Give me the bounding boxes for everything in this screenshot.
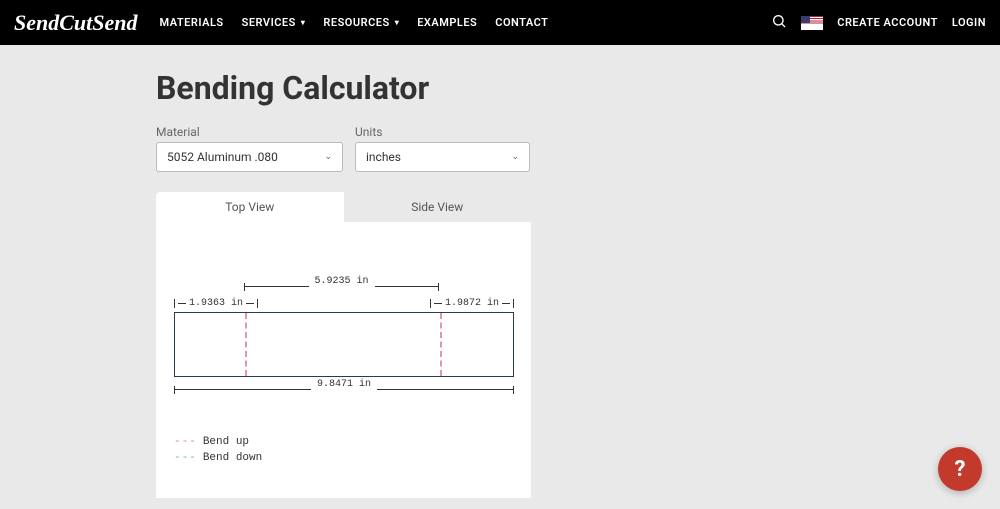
dim-right-value: 1.9872 in — [445, 298, 499, 309]
controls-row: Material 5052 Aluminum .080 ⌄ Units inch… — [156, 125, 844, 172]
dim-bottom-value: 9.8471 in — [311, 379, 377, 390]
legend: --- Bend up --- Bend down — [174, 436, 513, 464]
bend-line-2 — [440, 313, 442, 376]
units-select[interactable]: inches ⌄ — [355, 142, 530, 172]
nav-materials[interactable]: MATERIALS — [160, 16, 224, 29]
dim-left-value: 1.9363 in — [189, 298, 243, 309]
dimension-bottom: 9.8471 in — [174, 385, 514, 390]
legend-bend-up: --- Bend up — [174, 436, 513, 448]
chevron-down-icon: ⌄ — [324, 152, 332, 162]
units-field: Units inches ⌄ — [355, 125, 530, 172]
bend-up-swatch: --- — [174, 436, 197, 448]
help-icon: ? — [955, 457, 966, 482]
chevron-down-icon: ⌄ — [511, 152, 519, 162]
nav-contact[interactable]: CONTACT — [495, 16, 548, 29]
material-value: 5052 Aluminum .080 — [167, 150, 278, 164]
main-container: Bending Calculator Material 5052 Aluminu… — [156, 45, 844, 498]
tab-side-view[interactable]: Side View — [344, 192, 532, 222]
nav-right: CREATE ACCOUNT LOGIN — [771, 13, 986, 33]
logo[interactable]: SendCutSend — [14, 10, 138, 36]
material-label: Material — [156, 125, 343, 139]
help-button[interactable]: ? — [938, 447, 982, 491]
top-view-diagram: 5.9235 in 1.9363 in 1.9872 in 9.8471 in — [174, 282, 514, 412]
material-field: Material 5052 Aluminum .080 ⌄ — [156, 125, 343, 172]
dimension-left: 1.9363 in — [174, 298, 258, 309]
view-tabs: Top View Side View — [156, 192, 531, 222]
material-select[interactable]: 5052 Aluminum .080 ⌄ — [156, 142, 343, 172]
bend-line-1 — [245, 313, 247, 376]
nav-examples[interactable]: EXAMPLES — [417, 16, 477, 29]
bend-down-swatch: --- — [174, 452, 197, 464]
chevron-down-icon: ▾ — [395, 18, 400, 27]
dimension-top: 5.9235 in — [244, 282, 439, 287]
search-icon[interactable] — [771, 13, 787, 33]
units-label: Units — [355, 125, 530, 139]
dimension-right: 1.9872 in — [430, 298, 514, 309]
legend-bend-down: --- Bend down — [174, 452, 513, 464]
nav-left: SendCutSend MATERIALS SERVICES▾ RESOURCE… — [14, 10, 548, 36]
nav-resources[interactable]: RESOURCES▾ — [323, 16, 399, 29]
dim-top-value: 5.9235 in — [308, 276, 374, 287]
top-navbar: SendCutSend MATERIALS SERVICES▾ RESOURCE… — [0, 0, 1000, 45]
tab-top-view[interactable]: Top View — [156, 192, 344, 222]
locale-flag-us[interactable] — [801, 16, 823, 30]
chevron-down-icon: ▾ — [301, 18, 306, 27]
part-outline — [174, 312, 514, 377]
nav-services[interactable]: SERVICES▾ — [242, 16, 306, 29]
page-title: Bending Calculator — [156, 69, 844, 107]
units-value: inches — [366, 150, 401, 164]
nav-menu: MATERIALS SERVICES▾ RESOURCES▾ EXAMPLES … — [160, 16, 549, 29]
create-account-link[interactable]: CREATE ACCOUNT — [837, 16, 938, 29]
diagram-panel: 5.9235 in 1.9363 in 1.9872 in 9.8471 in — [156, 222, 531, 498]
login-link[interactable]: LOGIN — [952, 16, 986, 29]
